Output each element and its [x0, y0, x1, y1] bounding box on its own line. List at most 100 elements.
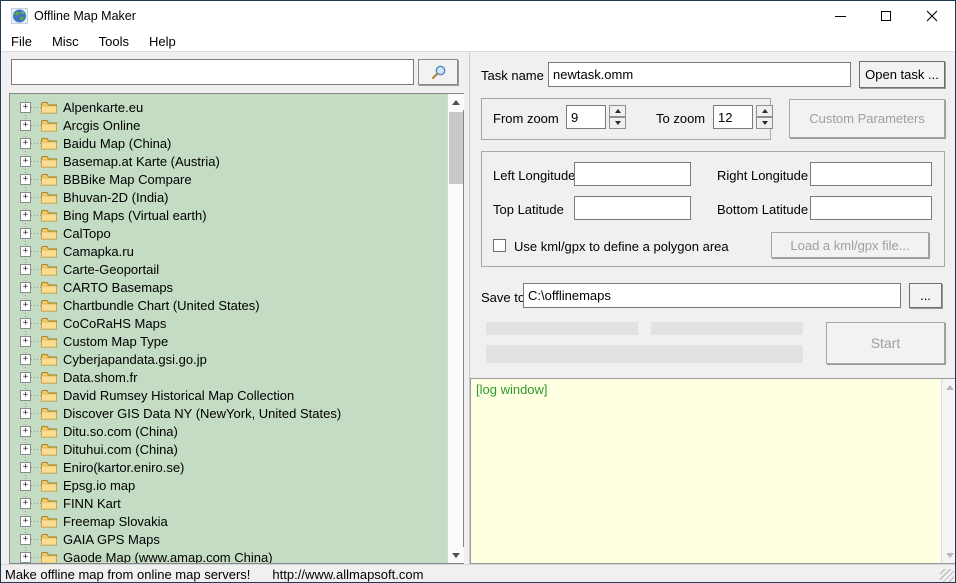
tree-item[interactable]: + Cyberjapandata.gsi.go.jp — [10, 350, 447, 368]
expand-plus-icon[interactable]: + — [20, 299, 31, 311]
tree-item[interactable]: + Eniro(kartor.eniro.se) — [10, 458, 447, 476]
tree-item[interactable]: + Bhuvan-2D (India) — [10, 188, 447, 206]
expand-plus-icon[interactable]: + — [20, 227, 31, 239]
tree-item[interactable]: + Bing Maps (Virtual earth) — [10, 206, 447, 224]
expand-plus-icon[interactable]: + — [20, 533, 31, 545]
search-input[interactable] — [11, 59, 414, 85]
tree-dotted-connector — [31, 358, 41, 360]
menu-help[interactable]: Help — [139, 32, 186, 51]
folder-icon — [41, 335, 57, 348]
tree-item[interactable]: + Ditu.so.com (China) — [10, 422, 447, 440]
from-zoom-spinner[interactable] — [609, 105, 626, 129]
spin-up-icon[interactable] — [756, 105, 773, 117]
bottom-latitude-input[interactable] — [810, 196, 932, 220]
tree-dotted-connector — [31, 556, 41, 558]
expand-plus-icon[interactable]: + — [20, 461, 31, 473]
tree-item[interactable]: + GAIA GPS Maps — [10, 530, 447, 548]
tree-item[interactable]: + Arcgis Online — [10, 116, 447, 134]
scroll-down-button[interactable] — [448, 547, 465, 563]
expand-plus-icon[interactable]: + — [20, 515, 31, 527]
folder-icon — [41, 245, 57, 258]
tree-item-label: Eniro(kartor.eniro.se) — [63, 459, 185, 475]
tree-item[interactable]: + Epsg.io map — [10, 476, 447, 494]
tree-item[interactable]: + FINN Kart — [10, 494, 447, 512]
tree-item[interactable]: + Freemap Slovakia — [10, 512, 447, 530]
expand-plus-icon[interactable]: + — [20, 551, 31, 563]
tree-item[interactable]: + Chartbundle Chart (United States) — [10, 296, 447, 314]
tree-scrollbar[interactable] — [447, 94, 465, 563]
expand-plus-icon[interactable]: + — [20, 173, 31, 185]
to-zoom-input[interactable] — [713, 105, 753, 129]
tree-item[interactable]: + Basemap.at Karte (Austria) — [10, 152, 447, 170]
save-path-input[interactable] — [523, 283, 901, 308]
spin-down-icon[interactable] — [609, 117, 626, 129]
expand-plus-icon[interactable]: + — [20, 101, 31, 113]
open-task-button[interactable]: Open task ... — [859, 61, 945, 88]
expand-plus-icon[interactable]: + — [20, 335, 31, 347]
tree-item[interactable]: + Custom Map Type — [10, 332, 447, 350]
browse-button[interactable]: ... — [909, 283, 942, 308]
load-kml-button[interactable]: Load a kml/gpx file... — [771, 232, 929, 258]
tree-item[interactable]: + Discover GIS Data NY (NewYork, United S… — [10, 404, 447, 422]
maximize-button[interactable] — [863, 1, 909, 31]
tree-item[interactable]: + Gaode Map (www.amap.com China) — [10, 548, 447, 563]
resize-grip-icon[interactable] — [940, 569, 954, 582]
tree-item[interactable]: + Alpenkarte.eu — [10, 98, 447, 116]
expand-plus-icon[interactable]: + — [20, 497, 31, 509]
menu-file[interactable]: File — [1, 32, 42, 51]
expand-plus-icon[interactable]: + — [20, 479, 31, 491]
tree-item-label: Baidu Map (China) — [63, 135, 172, 151]
log-scrollbar[interactable] — [941, 379, 955, 563]
folder-icon — [41, 407, 57, 420]
expand-plus-icon[interactable]: + — [20, 353, 31, 365]
expand-plus-icon[interactable]: + — [20, 263, 31, 275]
menu-tools[interactable]: Tools — [89, 32, 139, 51]
tree-item[interactable]: + Data.shom.fr — [10, 368, 447, 386]
expand-plus-icon[interactable]: + — [20, 209, 31, 221]
tree-item[interactable]: + David Rumsey Historical Map Collection — [10, 386, 447, 404]
expand-plus-icon[interactable]: + — [20, 425, 31, 437]
close-button[interactable] — [909, 1, 955, 31]
menu-misc[interactable]: Misc — [42, 32, 89, 51]
expand-plus-icon[interactable]: + — [20, 119, 31, 131]
from-zoom-input[interactable] — [566, 105, 606, 129]
to-zoom-spinner[interactable] — [756, 105, 773, 129]
search-button[interactable] — [418, 59, 458, 85]
tree-item[interactable]: + CARTO Basemaps — [10, 278, 447, 296]
tree-item[interactable]: + Carte-Geoportail — [10, 260, 447, 278]
scroll-up-button[interactable] — [448, 94, 465, 110]
spin-down-icon[interactable] — [756, 117, 773, 129]
tree-item[interactable]: + CoCoRaHS Maps — [10, 314, 447, 332]
right-longitude-input[interactable] — [810, 162, 932, 186]
tree-item[interactable]: + BBBike Map Compare — [10, 170, 447, 188]
scroll-down-button[interactable] — [942, 547, 955, 563]
expand-plus-icon[interactable]: + — [20, 245, 31, 257]
expand-plus-icon[interactable]: + — [20, 281, 31, 293]
tree-item[interactable]: + Baidu Map (China) — [10, 134, 447, 152]
scrollbar-thumb[interactable] — [449, 112, 464, 184]
log-window[interactable]: [log window] — [471, 379, 941, 563]
tree-item-label: CARTO Basemaps — [63, 279, 174, 295]
tree-item[interactable]: + CalTopo — [10, 224, 447, 242]
tree-item[interactable]: + Camapka.ru — [10, 242, 447, 260]
expand-plus-icon[interactable]: + — [20, 137, 31, 149]
expand-plus-icon[interactable]: + — [20, 155, 31, 167]
expand-plus-icon[interactable]: + — [20, 407, 31, 419]
expand-plus-icon[interactable]: + — [20, 389, 31, 401]
tree-item[interactable]: + Dituhui.com (China) — [10, 440, 447, 458]
task-name-input[interactable] — [548, 62, 851, 87]
left-longitude-input[interactable] — [574, 162, 691, 186]
start-button[interactable]: Start — [826, 322, 945, 364]
top-latitude-input[interactable] — [574, 196, 691, 220]
expand-plus-icon[interactable]: + — [20, 443, 31, 455]
expand-plus-icon[interactable]: + — [20, 317, 31, 329]
tree-item-label: Chartbundle Chart (United States) — [63, 297, 260, 313]
tree-dotted-connector — [31, 448, 41, 450]
spin-up-icon[interactable] — [609, 105, 626, 117]
scroll-up-button[interactable] — [942, 379, 955, 395]
minimize-button[interactable] — [817, 1, 863, 31]
custom-parameters-button[interactable]: Custom Parameters — [789, 99, 945, 138]
expand-plus-icon[interactable]: + — [20, 371, 31, 383]
kml-polygon-checkbox[interactable] — [493, 239, 506, 252]
expand-plus-icon[interactable]: + — [20, 191, 31, 203]
